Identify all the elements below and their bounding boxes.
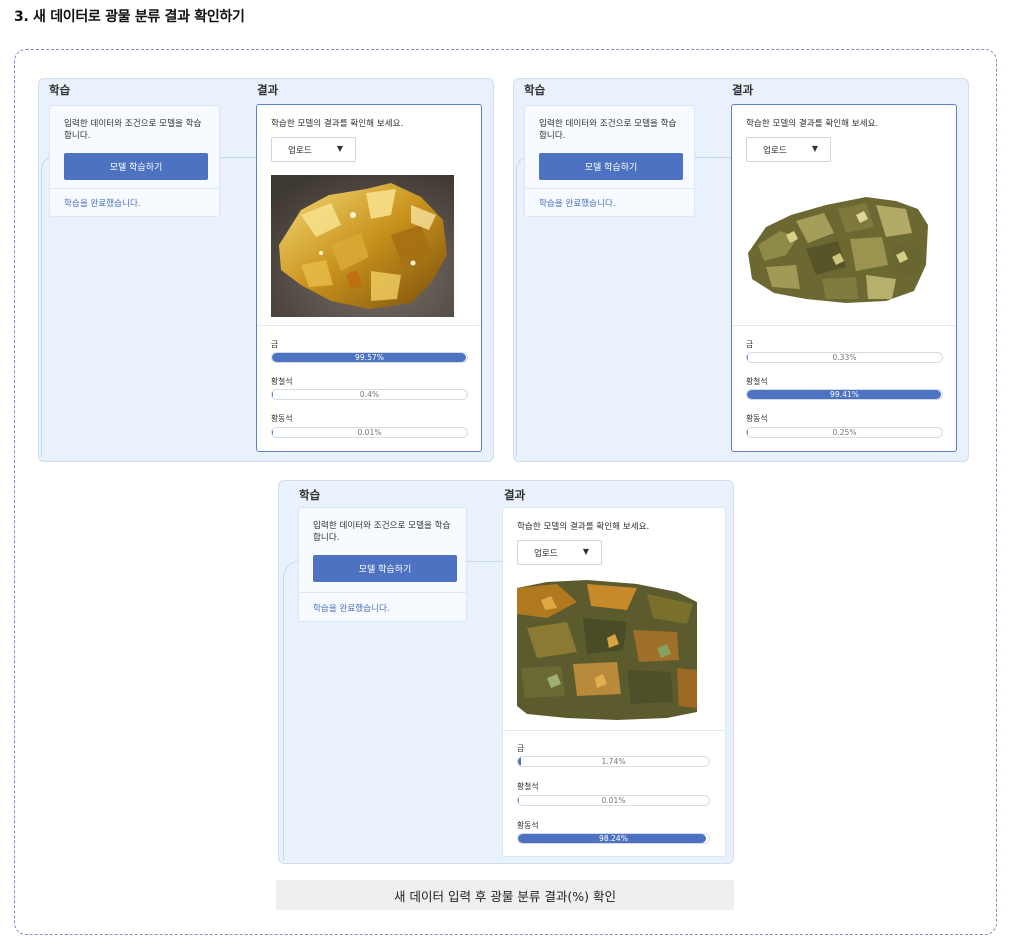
train-header: 학습 — [299, 488, 321, 502]
flow-curve — [283, 561, 299, 861]
train-card: 입력한 데이터와 조건으로 모델을 학습합니다. 모델 학습하기 학습을 완료했… — [298, 507, 467, 622]
result-card: 학습한 모델의 결과를 확인해 보세요. 업로드 ▼ — [731, 104, 957, 452]
class-label: 황동석 — [746, 414, 768, 423]
train-model-button[interactable]: 모델 학습하기 — [539, 153, 683, 180]
flow-connector — [467, 561, 503, 562]
upload-dropdown-value: 업로드 — [288, 146, 312, 156]
train-status: 학습을 완료했습니다. — [539, 199, 616, 209]
class-label: 금 — [271, 340, 279, 349]
upload-dropdown[interactable]: 업로드 ▼ — [517, 540, 602, 565]
probability-text: 0.01% — [601, 796, 626, 805]
probability-bar: 0.01% — [271, 427, 468, 438]
train-card: 입력한 데이터와 조건으로 모델을 학습합니다. 모델 학습하기 학습을 완료했… — [524, 105, 695, 217]
probability-bar: 0.25% — [746, 427, 943, 438]
result-header: 결과 — [504, 488, 526, 502]
probability-text: 0.33% — [832, 353, 857, 362]
upload-dropdown[interactable]: 업로드 ▼ — [746, 137, 831, 162]
train-description: 입력한 데이터와 조건으로 모델을 학습합니다. — [539, 119, 677, 141]
caret-down-icon: ▼ — [811, 144, 818, 153]
divider — [525, 188, 694, 189]
class-label: 황동석 — [517, 821, 539, 830]
classifier-panel-3: 학습 결과 입력한 데이터와 조건으로 모델을 학습합니다. 모델 학습하기 학… — [278, 480, 734, 864]
class-label: 금 — [517, 744, 525, 753]
probability-text: 99.41% — [830, 390, 859, 399]
result-prompt: 학습한 모델의 결과를 확인해 보세요. — [517, 522, 650, 532]
section-heading: 3. 새 데이터로 광물 분류 결과 확인하기 — [14, 9, 245, 25]
train-model-button[interactable]: 모델 학습하기 — [64, 153, 208, 180]
divider — [257, 325, 481, 326]
class-label: 금 — [746, 340, 754, 349]
probability-bar: 0.4% — [271, 389, 468, 400]
divider — [299, 592, 466, 593]
train-description: 입력한 데이터와 조건으로 모델을 학습합니다. — [64, 119, 202, 141]
classifier-panel-2: 학습 결과 입력한 데이터와 조건으로 모델을 학습합니다. 모델 학습하기 학… — [513, 78, 969, 462]
probability-bar: 0.33% — [746, 352, 943, 363]
divider — [50, 188, 219, 189]
probability-text: 0.01% — [357, 428, 382, 437]
class-label: 황동석 — [271, 414, 293, 423]
result-header: 결과 — [257, 83, 279, 97]
result-header: 결과 — [732, 83, 754, 97]
result-prompt: 학습한 모델의 결과를 확인해 보세요. — [271, 119, 404, 129]
class-label: 황철석 — [271, 377, 293, 386]
upload-dropdown-value: 업로드 — [534, 549, 558, 559]
probability-bar: 0.01% — [517, 795, 710, 806]
probability-text: 0.4% — [359, 390, 380, 399]
probability-text: 0.25% — [832, 428, 857, 437]
train-status: 학습을 완료했습니다. — [313, 604, 390, 614]
probability-text: 1.74% — [601, 757, 626, 766]
mineral-image-gold — [271, 175, 454, 317]
train-card: 입력한 데이터와 조건으로 모델을 학습합니다. 모델 학습하기 학습을 완료했… — [49, 105, 220, 217]
mineral-image-chalcopyrite — [517, 578, 697, 722]
result-card: 학습한 모델의 결과를 확인해 보세요. 업로드 ▼ — [256, 104, 482, 452]
result-prompt: 학습한 모델의 결과를 확인해 보세요. — [746, 119, 879, 129]
probability-bar: 99.57% — [271, 352, 468, 363]
flow-connector — [219, 157, 257, 158]
train-header: 학습 — [524, 83, 546, 97]
divider — [503, 730, 725, 731]
result-card: 학습한 모델의 결과를 확인해 보세요. 업로드 ▼ — [502, 507, 726, 857]
caret-down-icon: ▼ — [336, 144, 343, 153]
class-label: 황철석 — [746, 377, 768, 386]
classifier-panel-1: 학습 결과 입력한 데이터와 조건으로 모델을 학습합니다. 모델 학습하기 학… — [38, 78, 494, 462]
probability-bar: 98.24% — [517, 833, 710, 844]
train-description: 입력한 데이터와 조건으로 모델을 학습합니다. — [313, 521, 451, 543]
probability-text: 99.57% — [355, 353, 384, 362]
probability-bar: 99.41% — [746, 389, 943, 400]
mineral-image-pyrite — [746, 175, 929, 317]
divider — [732, 325, 956, 326]
train-header: 학습 — [49, 83, 71, 97]
probability-text: 98.24% — [599, 834, 628, 843]
upload-dropdown[interactable]: 업로드 ▼ — [271, 137, 356, 162]
probability-bar: 1.74% — [517, 756, 710, 767]
class-label: 황철석 — [517, 782, 539, 791]
train-model-button[interactable]: 모델 학습하기 — [313, 555, 457, 582]
flow-connector — [694, 157, 732, 158]
upload-dropdown-value: 업로드 — [763, 146, 787, 156]
train-status: 학습을 완료했습니다. — [64, 199, 141, 209]
figure-caption: 새 데이터 입력 후 광물 분류 결과(%) 확인 — [276, 880, 734, 910]
caret-down-icon: ▼ — [582, 547, 589, 556]
